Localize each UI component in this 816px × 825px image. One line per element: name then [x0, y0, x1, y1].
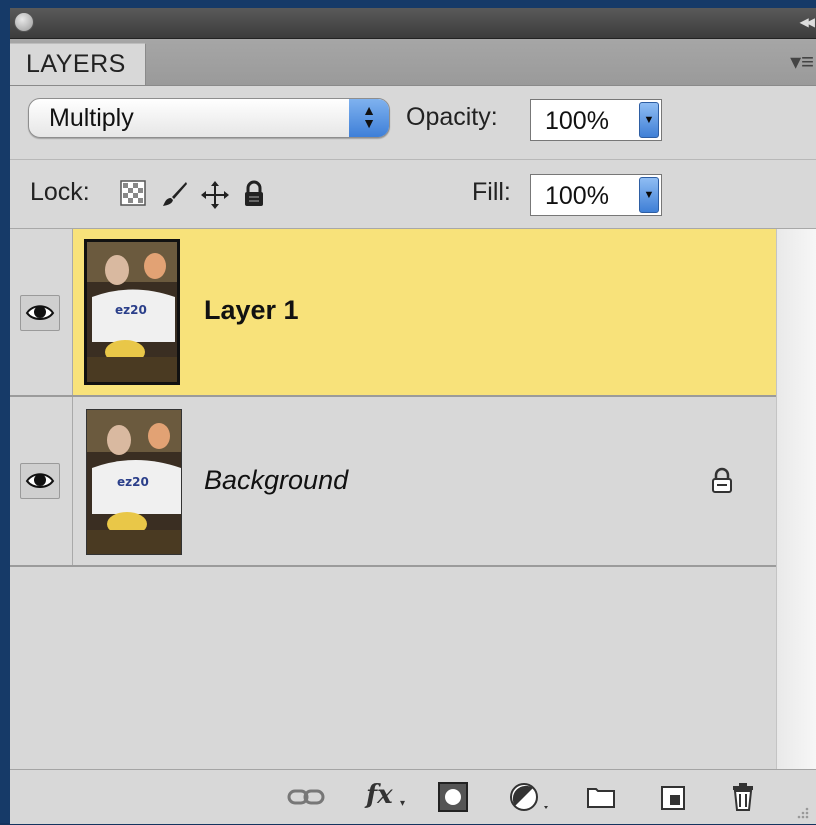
scrollbar[interactable] — [776, 229, 816, 769]
lock-position-icon[interactable] — [200, 180, 229, 209]
layer-thumbnail[interactable]: ez20 — [83, 238, 181, 386]
fill-field[interactable]: 100% ▼ — [530, 174, 662, 216]
svg-text:ez20: ez20 — [117, 475, 149, 489]
fill-label: Fill: — [472, 178, 511, 206]
lock-transparent-pixels-icon[interactable] — [120, 180, 146, 206]
opacity-label: Opacity: — [406, 103, 498, 131]
layer-row-background[interactable]: ez20 Background — [10, 397, 776, 567]
fill-dropdown-icon[interactable]: ▼ — [639, 177, 659, 213]
lock-row: Lock: Fill: 100% ▼ — [10, 160, 816, 229]
adjustment-layer-icon[interactable] — [508, 780, 554, 814]
panel-title-bar[interactable]: ◀◀ — [10, 8, 816, 39]
chevron-up-down-icon[interactable]: ▲ ▼ — [349, 99, 389, 137]
blend-mode-value: Multiply — [49, 104, 134, 132]
eye-icon[interactable] — [20, 295, 60, 331]
close-icon[interactable] — [14, 12, 34, 32]
layer-name[interactable]: Layer 1 — [204, 295, 299, 326]
svg-text:ez20: ez20 — [115, 303, 147, 317]
layer-lock-icon — [710, 467, 734, 495]
layers-list: ez20 Layer 1 ez20 Background — [10, 229, 776, 769]
delete-layer-icon[interactable] — [726, 780, 760, 814]
lock-label: Lock: — [30, 178, 90, 206]
fx-icon[interactable]: fx ▾ — [364, 780, 412, 814]
link-layers-icon[interactable] — [286, 780, 325, 814]
blend-row: Multiply ▲ ▼ Opacity: 100% ▼ — [10, 85, 816, 160]
lock-all-icon[interactable] — [242, 180, 268, 206]
opacity-dropdown-icon[interactable]: ▼ — [639, 102, 659, 138]
tab-layers-label: LAYERS — [26, 50, 126, 78]
collapse-panel-icon[interactable]: ◀◀ — [800, 15, 816, 29]
layers-panel: LAYERS ▾≡ Multiply ▲ ▼ Opacity: 100% ▼ Lo… — [10, 39, 816, 824]
panel-menu-icon[interactable]: ▾≡ — [790, 49, 814, 75]
eye-icon[interactable] — [20, 463, 60, 499]
tab-layers[interactable]: LAYERS — [10, 43, 146, 85]
blend-mode-select[interactable]: Multiply ▲ ▼ — [28, 98, 390, 138]
fx-dropdown-icon: ▾ — [400, 798, 406, 809]
visibility-cell — [10, 229, 73, 395]
opacity-value: 100% — [545, 107, 609, 135]
bottom-toolbar: fx ▾ — [10, 769, 816, 824]
window-frame: ◀◀ LAYERS ▾≡ Multiply ▲ ▼ Opacity: 100% ▼… — [0, 0, 816, 824]
layer-thumbnail[interactable]: ez20 — [86, 409, 182, 555]
lock-image-pixels-icon[interactable] — [160, 180, 187, 206]
new-layer-icon[interactable] — [656, 780, 690, 814]
fx-label: fx — [366, 780, 393, 810]
tab-strip: LAYERS ▾≡ — [10, 39, 816, 86]
resize-grip-icon[interactable] — [792, 802, 810, 820]
new-group-icon[interactable] — [584, 780, 618, 814]
layer-name[interactable]: Background — [204, 465, 348, 496]
opacity-field[interactable]: 100% ▼ — [530, 99, 662, 141]
visibility-cell — [10, 397, 73, 565]
layer-row-layer-1[interactable]: ez20 Layer 1 — [10, 229, 776, 397]
fill-value: 100% — [545, 182, 609, 210]
add-mask-icon[interactable] — [436, 780, 470, 814]
